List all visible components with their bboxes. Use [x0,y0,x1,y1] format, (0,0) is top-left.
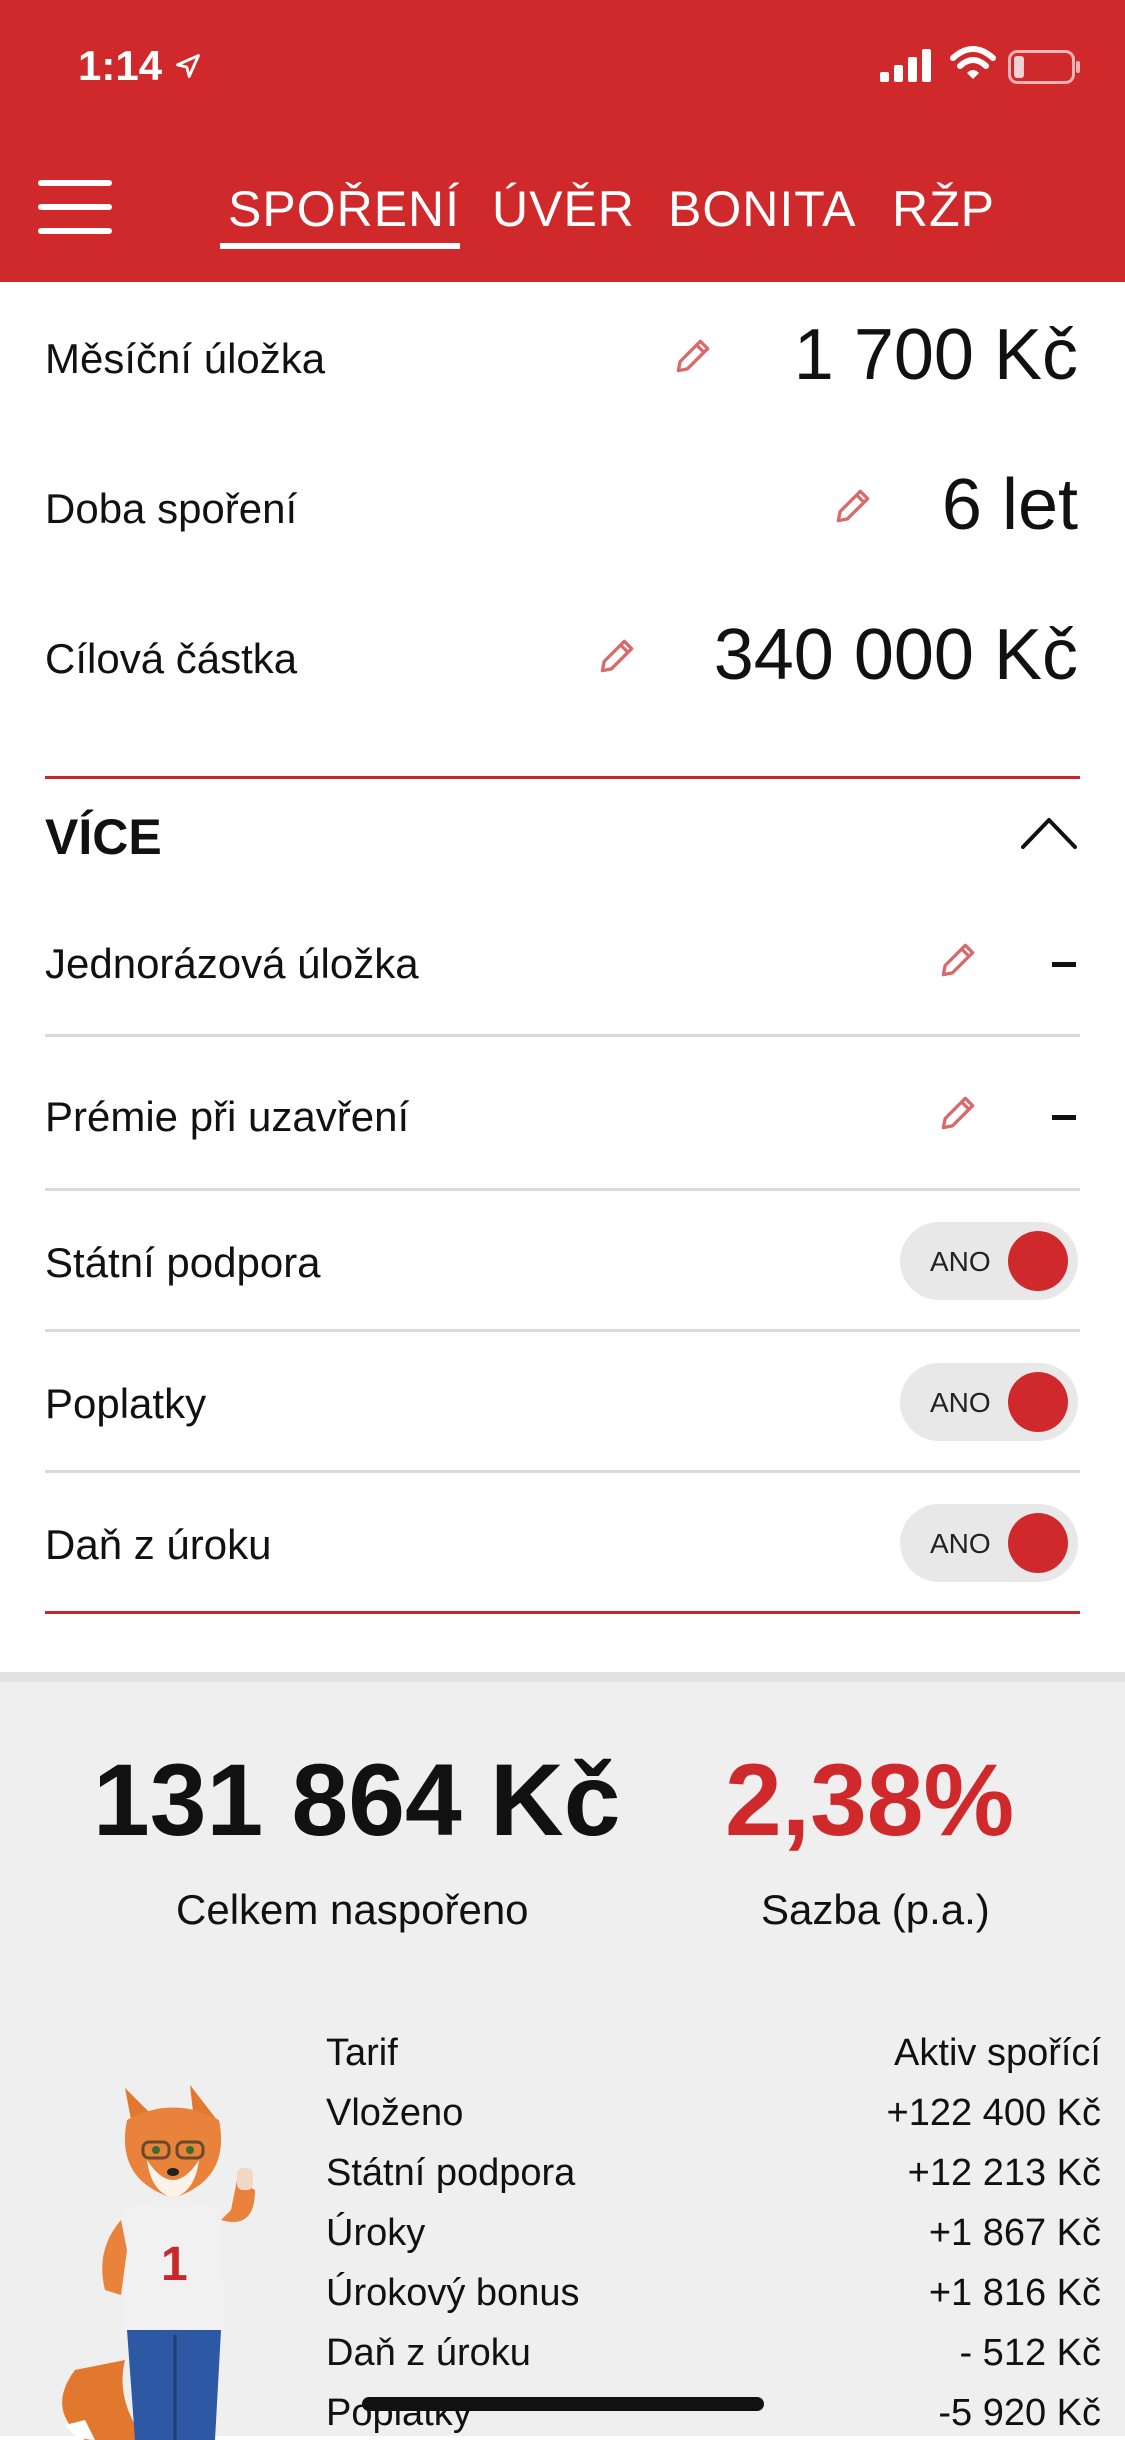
interest-tax-toggle[interactable]: ANO [900,1504,1078,1582]
total-saved-amount: 131 864 Kč [93,1743,621,1857]
row-divider [45,1034,1080,1037]
saving-period-label: Doba spoření [45,485,298,532]
summary-value: - 512 Kč [959,2332,1101,2374]
summary-value: -5 920 Kč [938,2392,1101,2434]
section-divider [45,776,1080,779]
app-header: 1:14 SPOŘENÍ ÚVĚR BONITA RŽP [0,0,1125,282]
target-amount-label: Cílová částka [45,635,298,682]
summary-value: Aktiv spořící [894,2032,1101,2074]
state-support-toggle[interactable]: ANO [900,1222,1078,1300]
wifi-icon [950,46,996,79]
one-time-deposit-label: Jednorázová úložka [45,940,419,987]
edit-pencil-icon[interactable] [595,634,639,678]
toggle-knob [1008,1372,1068,1432]
state-support-label: Státní podpora [45,1239,321,1286]
summary-label: Daň z úroku [326,2332,531,2374]
location-arrow-icon [176,54,200,78]
target-amount-value[interactable]: 340 000 Kč [714,614,1078,696]
signal-icon [880,49,931,82]
summary-label: Vloženo [326,2092,464,2134]
toggle-knob [1008,1513,1068,1573]
edit-pencil-icon[interactable] [936,1091,980,1135]
summary-value: +1 816 Kč [928,2272,1101,2314]
edit-pencil-icon[interactable] [671,334,715,378]
active-tab-indicator [220,243,460,249]
summary-label: Státní podpora [326,2152,576,2194]
section-divider [45,1611,1080,1614]
tab-sporeni[interactable]: SPOŘENÍ [228,180,460,238]
toggle-label: ANO [930,1246,991,1277]
monthly-deposit-label: Měsíční úložka [45,335,326,382]
toggle-label: ANO [930,1387,991,1418]
toggle-label: ANO [930,1528,991,1559]
svg-text:1: 1 [161,2238,188,2291]
row-divider [45,1329,1080,1332]
toggle-knob [1008,1231,1068,1291]
home-indicator [362,2397,764,2411]
edit-pencil-icon[interactable] [831,484,875,528]
total-saved-caption: Celkem naspořeno [176,1886,529,1933]
interest-tax-label: Daň z úroku [45,1521,272,1568]
monthly-deposit-value[interactable]: 1 700 Kč [794,314,1078,396]
hamburger-menu-icon[interactable] [38,180,112,234]
summary-value: +1 867 Kč [928,2212,1101,2254]
tab-bonita[interactable]: BONITA [668,180,856,238]
status-time: 1:14 [78,42,163,89]
summary-label: Úroky [326,2212,426,2254]
closing-premium-empty-value[interactable] [1052,1115,1076,1120]
row-divider [45,1470,1080,1473]
battery-low-icon [1008,50,1080,84]
summary-value: +12 213 Kč [907,2152,1101,2194]
one-time-deposit-empty-value[interactable] [1052,962,1076,967]
summary-label: Úrokový bonus [326,2272,580,2314]
row-divider [45,1188,1080,1191]
rate-caption: Sazba (p.a.) [761,1886,990,1933]
interest-rate: 2,38% [725,1743,1015,1857]
chevron-up-icon[interactable] [1020,815,1078,851]
closing-premium-label: Prémie při uzavření [45,1093,410,1140]
tab-uver[interactable]: ÚVĚR [492,180,635,238]
summary-label: Tarif [326,2032,398,2074]
results-top-border [0,1672,1125,1682]
more-section-title[interactable]: VÍCE [45,808,162,866]
summary-value: +122 400 Kč [886,2092,1101,2134]
edit-pencil-icon[interactable] [936,938,980,982]
tab-rzp[interactable]: RŽP [892,180,995,238]
fees-toggle[interactable]: ANO [900,1363,1078,1441]
fox-mascot-illustration: 1 [62,2085,255,2440]
saving-period-value[interactable]: 6 let [942,464,1078,546]
fees-label: Poplatky [45,1380,207,1427]
